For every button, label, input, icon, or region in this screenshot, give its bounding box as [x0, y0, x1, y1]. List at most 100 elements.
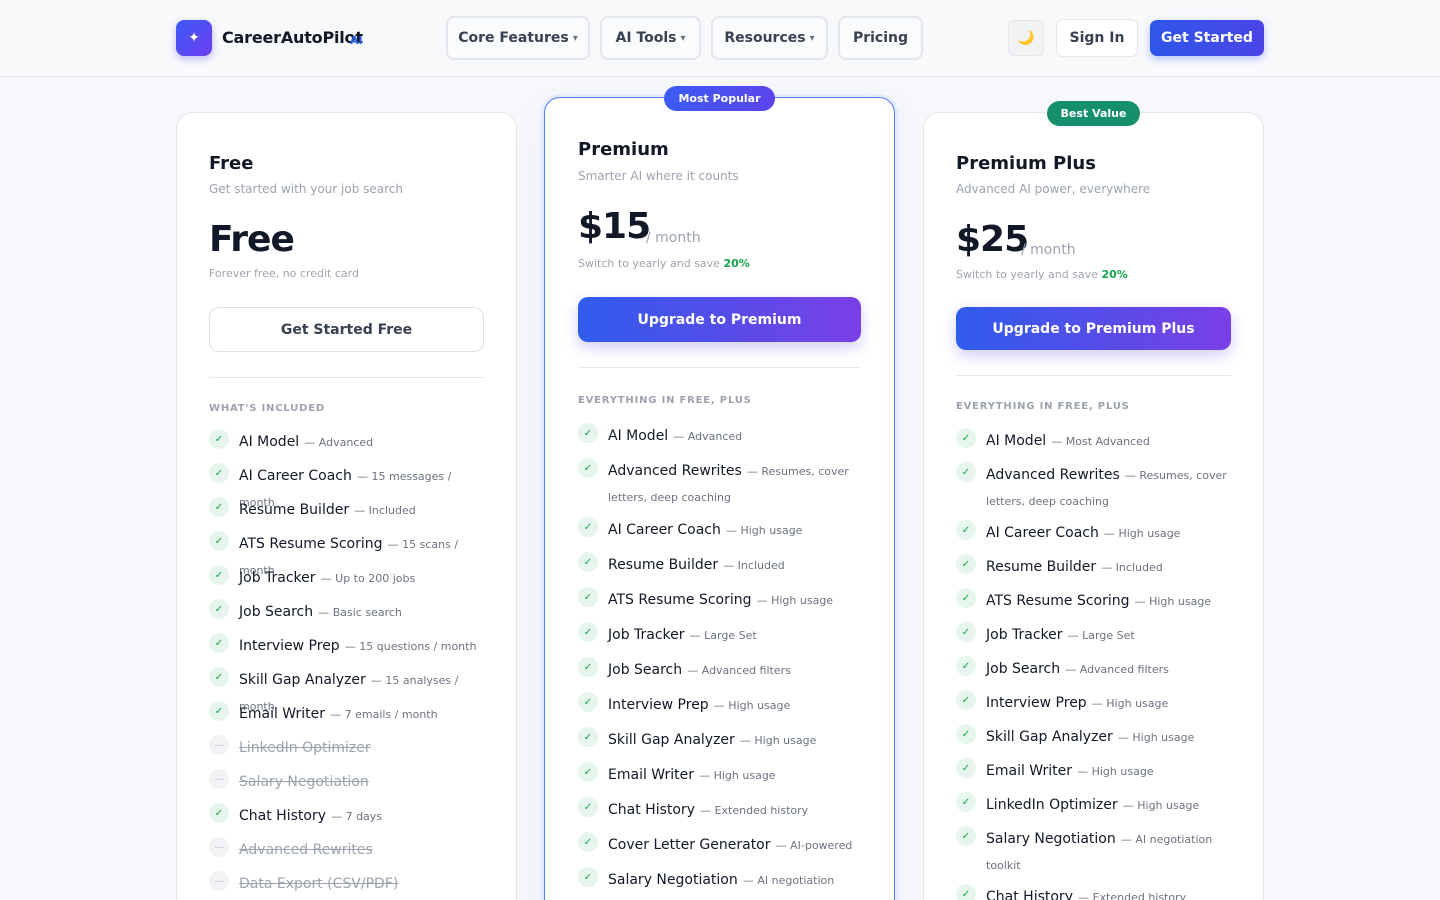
upgrade-to-premium-plus-button[interactable]: Upgrade to Premium Plus: [956, 307, 1231, 350]
feature-name: AI Career Coach: [986, 525, 1099, 541]
plan-subtitle: Advanced AI power, everywhere: [956, 182, 1151, 196]
chevron-down-icon: ▾: [680, 32, 686, 44]
check-icon: ✓: [209, 599, 229, 619]
plan-card-premium: Premium Smarter AI where it counts $15 /…: [544, 97, 895, 900]
feature-text: Salary Negotiation — AI negotiation: [608, 867, 861, 893]
feature-detail: — Large Set: [1067, 629, 1135, 642]
feature-detail: — High usage: [725, 524, 803, 537]
feature-name: LinkedIn Optimizer: [986, 797, 1118, 813]
feature-detail: — Up to 200 jobs: [320, 572, 416, 585]
feature-name: Interview Prep: [608, 697, 709, 713]
feature-detail: — Extended history: [700, 804, 809, 817]
feature-detail: — High usage: [756, 594, 834, 607]
divider: [209, 377, 484, 378]
feature-detail: — Extended history: [1078, 891, 1187, 900]
price-note: Switch to yearly and save 20%: [956, 268, 1128, 281]
check-icon: ✓: [956, 758, 976, 778]
feature-text: AI Model — Advanced: [239, 429, 484, 455]
feature-text: AI Model — Most Advanced: [986, 428, 1231, 454]
feature-detail: — Large Set: [689, 629, 757, 642]
check-icon: ✓: [956, 690, 976, 710]
check-icon: ✓: [209, 803, 229, 823]
feature-name: Advanced Rewrites: [608, 463, 742, 479]
feature-name: Interview Prep: [239, 638, 340, 654]
feature-name: Chat History: [986, 889, 1073, 900]
feature-text: Interview Prep — High usage: [608, 692, 861, 718]
feature-name: Salary Negotiation: [608, 872, 738, 888]
check-icon: ✓: [209, 497, 229, 517]
price-period: / month: [1021, 242, 1076, 258]
feature-name: Job Search: [608, 662, 683, 678]
nav-label: Pricing: [852, 30, 909, 46]
feature-text: Job Search — Advanced filters: [986, 656, 1231, 682]
feature-name: Salary Negotiation: [986, 831, 1116, 847]
price-note-discount: 20%: [1101, 268, 1128, 281]
dash-icon: —: [209, 735, 229, 755]
feature-text: Skill Gap Analyzer — High usage: [608, 727, 861, 753]
check-icon: ✓: [578, 552, 598, 572]
feature-detail: — High usage: [1117, 731, 1195, 744]
feature-name: Job Tracker: [608, 627, 685, 643]
feature-name: Resume Builder: [239, 502, 350, 518]
sign-in-button[interactable]: Sign In: [1056, 19, 1138, 57]
feature-text: Job Tracker — Up to 200 jobs: [239, 565, 484, 591]
feature-text: Interview Prep — High usage: [986, 690, 1231, 716]
feature-name: Salary Negotiation: [239, 774, 369, 790]
feature-text: Job Search — Basic search: [239, 599, 484, 625]
feature-text: Job Tracker — Large Set: [986, 622, 1231, 648]
check-icon: ✓: [956, 554, 976, 574]
get-started-free-button[interactable]: Get Started Free: [209, 307, 484, 352]
check-icon: ✓: [956, 622, 976, 642]
check-icon: ✓: [209, 429, 229, 449]
price-note-discount: 20%: [723, 257, 750, 270]
feature-name: Email Writer: [608, 767, 695, 783]
divider: [578, 367, 861, 368]
check-icon: ✓: [956, 724, 976, 744]
feature-name: Interview Prep: [986, 695, 1087, 711]
feature-name: Email Writer: [986, 763, 1073, 779]
feature-text: Advanced Rewrites: [239, 837, 484, 862]
feature-detail: — AI-powered: [775, 839, 853, 852]
check-icon: ✓: [578, 692, 598, 712]
check-icon: ✓: [578, 867, 598, 887]
feature-name: AI Career Coach: [239, 468, 352, 484]
check-icon: ✓: [956, 826, 976, 846]
nav-pricing[interactable]: Pricing: [838, 16, 923, 60]
dash-icon: —: [209, 769, 229, 789]
check-icon: ✓: [956, 428, 976, 448]
feature-name: AI Model: [608, 428, 669, 444]
feature-text: ATS Resume Scoring — High usage: [986, 588, 1231, 614]
feature-text: AI Career Coach — High usage: [986, 520, 1231, 546]
feature-detail: — 15 questions / month: [344, 640, 477, 653]
feature-text: Chat History — 7 days: [239, 803, 484, 829]
price-period: / month: [646, 230, 701, 246]
feature-text: Resume Builder — Included: [986, 554, 1231, 580]
get-started-button[interactable]: Get Started: [1150, 20, 1264, 56]
sparkle-icon[interactable]: ✦: [176, 20, 212, 56]
nav-label: AI Tools: [615, 30, 677, 46]
check-icon: ✓: [956, 520, 976, 540]
moon-icon[interactable]: 🌙: [1008, 20, 1044, 56]
feature-name: ATS Resume Scoring: [608, 592, 752, 608]
feature-text: Email Writer — High usage: [986, 758, 1231, 784]
nav-ai-tools[interactable]: AI Tools ▾: [600, 16, 701, 60]
feature-detail: — High usage: [1091, 697, 1169, 710]
feature-name: Cover Letter Generator: [608, 837, 771, 853]
check-icon: ✓: [209, 531, 229, 551]
feature-text: Job Tracker — Large Set: [608, 622, 861, 648]
feature-text: Resume Builder — Included: [239, 497, 484, 523]
nav-core-features[interactable]: Core Features ▾: [446, 16, 590, 60]
feature-detail: — 7 emails / month: [330, 708, 438, 721]
brand-name[interactable]: CareerAutoPilot: [222, 28, 363, 47]
check-icon: ✓: [578, 832, 598, 852]
feature-name: ATS Resume Scoring: [986, 593, 1130, 609]
check-icon: ✓: [578, 587, 598, 607]
most-popular-badge: Most Popular: [664, 86, 775, 111]
feature-text: LinkedIn Optimizer — High usage: [986, 792, 1231, 818]
feature-text: Salary Negotiation: [239, 769, 484, 794]
nav-label: Resources: [724, 30, 806, 46]
nav-resources[interactable]: Resources ▾: [711, 16, 828, 60]
upgrade-to-premium-button[interactable]: Upgrade to Premium: [578, 297, 861, 342]
price-note: Forever free, no credit card: [209, 267, 359, 280]
plan-name: Premium: [578, 139, 669, 160]
